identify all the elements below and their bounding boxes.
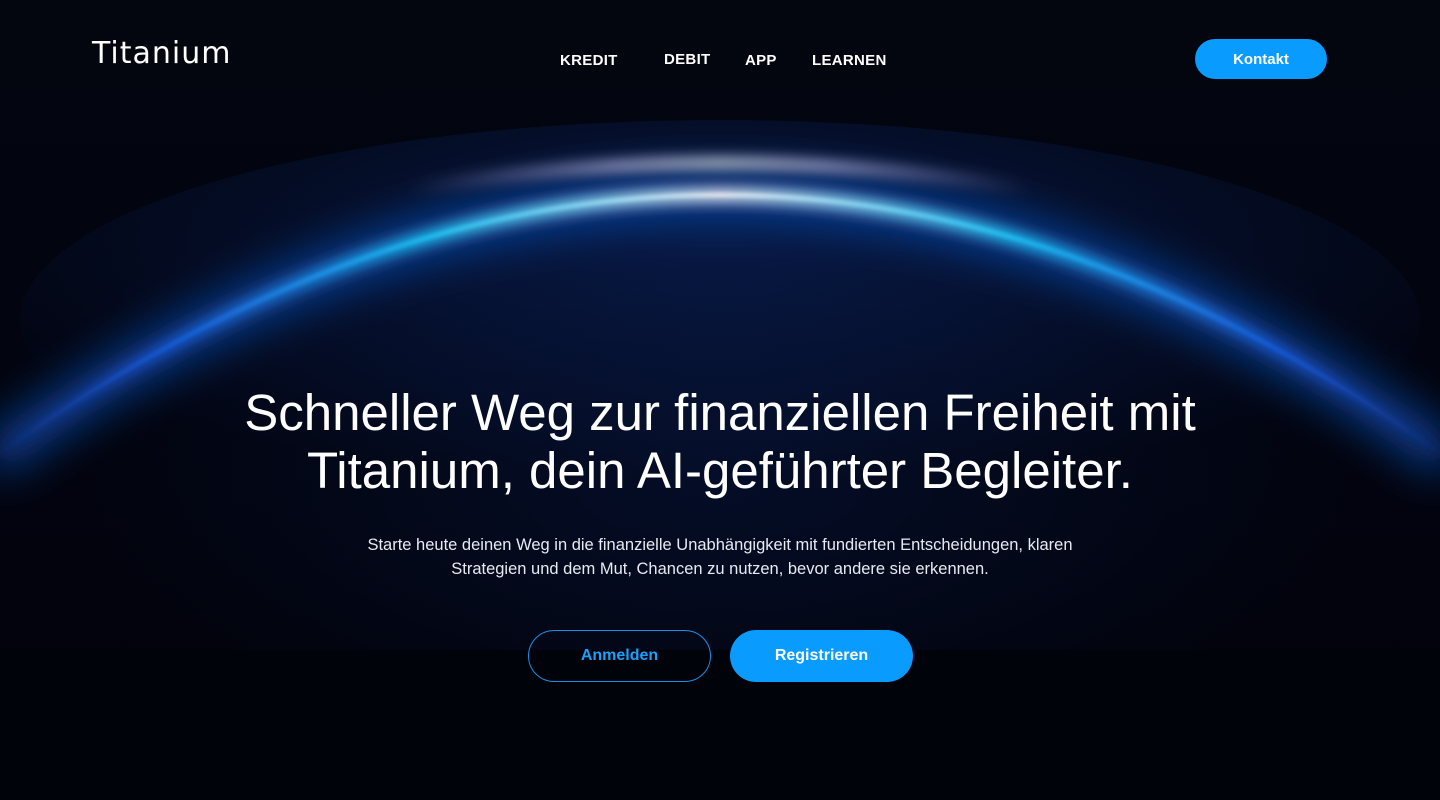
hero-subtitle-line-2: Strategien und dem Mut, Chancen zu nutze… bbox=[451, 560, 989, 578]
nav-item-kredit[interactable]: KREDIT bbox=[560, 52, 618, 69]
register-button[interactable]: Registrieren bbox=[730, 630, 913, 682]
hero-title-line-2: Titanium, dein AI-geführter Begleiter. bbox=[307, 442, 1133, 499]
brand-logo[interactable]: Titanium bbox=[92, 36, 231, 71]
login-button[interactable]: Anmelden bbox=[528, 630, 711, 682]
top-navigation: Titanium KREDIT DEBIT APP LEARNEN Kontak… bbox=[0, 0, 1440, 120]
hero-title-line-1: Schneller Weg zur finanziellen Freiheit … bbox=[244, 384, 1196, 441]
hero-title: Schneller Weg zur finanziellen Freiheit … bbox=[100, 384, 1340, 500]
hero-subtitle-line-1: Starte heute deinen Weg in die finanziel… bbox=[367, 536, 1073, 554]
nav-item-learnen[interactable]: LEARNEN bbox=[812, 52, 887, 69]
nav-item-app[interactable]: APP bbox=[745, 52, 777, 69]
hero-subtitle: Starte heute deinen Weg in die finanziel… bbox=[300, 533, 1140, 581]
nav-item-debit[interactable]: DEBIT bbox=[664, 51, 711, 68]
contact-button[interactable]: Kontakt bbox=[1195, 39, 1327, 79]
